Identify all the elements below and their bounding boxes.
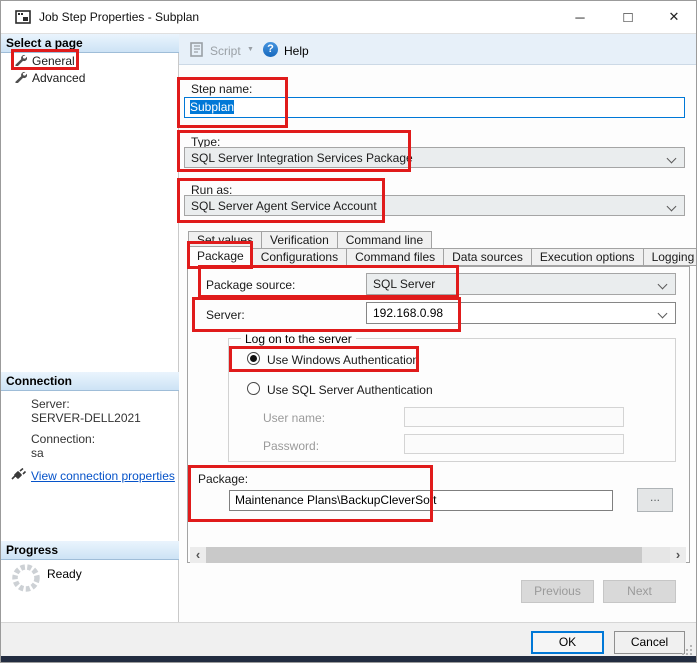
sidebar bbox=[1, 34, 179, 622]
taskbar-strip bbox=[1, 656, 697, 663]
scroll-right-icon[interactable]: › bbox=[670, 547, 686, 563]
view-connection-properties-link[interactable]: View connection properties bbox=[31, 469, 175, 483]
connection-name-label: Connection: bbox=[31, 432, 95, 446]
chevron-down-icon bbox=[658, 280, 668, 290]
type-dropdown[interactable]: SQL Server Integration Services Package bbox=[184, 147, 685, 168]
help-button[interactable]: Help bbox=[284, 44, 309, 58]
connection-server-label: Server: bbox=[31, 397, 70, 411]
windows-auth-label[interactable]: Use Windows Authentication bbox=[267, 353, 419, 367]
connection-name-value: sa bbox=[31, 446, 44, 460]
cancel-button[interactable]: Cancel bbox=[614, 631, 685, 654]
tab-row-2: Package Configurations Command files Dat… bbox=[188, 248, 697, 267]
connection-properties-icon bbox=[10, 468, 28, 485]
password-label: Password: bbox=[263, 439, 319, 453]
connection-header: Connection bbox=[1, 372, 179, 391]
password-input[interactable] bbox=[404, 434, 624, 454]
sidebar-item-general[interactable]: General bbox=[32, 54, 75, 68]
scrollbar-thumb[interactable] bbox=[206, 547, 642, 563]
package-source-dropdown[interactable]: SQL Server bbox=[366, 273, 676, 295]
user-name-label: User name: bbox=[263, 411, 325, 425]
progress-status: Ready bbox=[47, 567, 82, 581]
help-icon: ? bbox=[263, 42, 278, 57]
window-icon bbox=[15, 10, 31, 27]
connection-server-value: SERVER-DELL2021 bbox=[31, 411, 141, 425]
step-name-label: Step name: bbox=[191, 82, 252, 96]
user-name-input[interactable] bbox=[404, 407, 624, 427]
script-dropdown-icon[interactable]: ▼ bbox=[247, 46, 254, 53]
maximize-icon[interactable]: □ bbox=[607, 1, 649, 33]
scrollbar-track[interactable] bbox=[206, 547, 670, 563]
ok-button[interactable]: OK bbox=[531, 631, 604, 654]
tab-data-sources[interactable]: Data sources bbox=[443, 248, 532, 266]
scroll-left-icon[interactable]: ‹ bbox=[190, 547, 206, 563]
wrench-icon bbox=[14, 53, 27, 69]
window-title: Job Step Properties - Subplan bbox=[39, 10, 199, 24]
step-name-input[interactable]: Subplan bbox=[184, 97, 685, 118]
tab-execution-options[interactable]: Execution options bbox=[531, 248, 644, 266]
close-icon[interactable]: ✕ bbox=[653, 1, 695, 33]
chevron-down-icon bbox=[667, 154, 677, 164]
tab-package[interactable]: Package bbox=[188, 246, 253, 267]
previous-button[interactable]: Previous bbox=[521, 580, 594, 603]
browse-button[interactable]: ... bbox=[637, 488, 673, 512]
logon-group-title: Log on to the server bbox=[241, 332, 356, 346]
sql-auth-radio[interactable] bbox=[247, 382, 260, 395]
tab-command-files[interactable]: Command files bbox=[346, 248, 444, 266]
job-step-properties-window: Job Step Properties - Subplan ─ □ ✕ Sele… bbox=[0, 0, 697, 663]
tab-logging[interactable]: Logging bbox=[643, 248, 697, 266]
chevron-down-icon bbox=[658, 309, 668, 319]
wrench-icon bbox=[14, 70, 27, 86]
progress-header: Progress bbox=[1, 541, 179, 560]
horizontal-scrollbar[interactable]: ‹ › bbox=[190, 547, 686, 563]
tab-configurations[interactable]: Configurations bbox=[252, 248, 347, 266]
script-button[interactable]: Script bbox=[210, 44, 241, 58]
minimize-icon[interactable]: ─ bbox=[559, 1, 601, 33]
script-icon bbox=[189, 41, 206, 61]
toolbar bbox=[179, 34, 697, 65]
sql-auth-label[interactable]: Use SQL Server Authentication bbox=[267, 383, 433, 397]
tab-verification[interactable]: Verification bbox=[261, 231, 338, 249]
run-as-dropdown[interactable]: SQL Server Agent Service Account bbox=[184, 195, 685, 216]
package-input[interactable]: Maintenance Plans\BackupCleverSoft bbox=[229, 490, 613, 511]
package-source-label: Package source: bbox=[206, 278, 295, 292]
windows-auth-radio[interactable] bbox=[247, 352, 260, 365]
server-label: Server: bbox=[206, 308, 245, 322]
package-label: Package: bbox=[198, 472, 248, 486]
select-a-page-header: Select a page bbox=[1, 34, 179, 53]
sidebar-item-advanced[interactable]: Advanced bbox=[32, 71, 85, 85]
title-bar: Job Step Properties - Subplan ─ □ ✕ bbox=[1, 1, 696, 34]
chevron-down-icon bbox=[667, 202, 677, 212]
next-button[interactable]: Next bbox=[603, 580, 676, 603]
progress-spinner-icon bbox=[10, 562, 42, 597]
tab-command-line[interactable]: Command line bbox=[337, 231, 432, 249]
selected-text: Subplan bbox=[190, 100, 234, 114]
server-combobox[interactable]: 192.168.0.98 bbox=[366, 302, 676, 324]
